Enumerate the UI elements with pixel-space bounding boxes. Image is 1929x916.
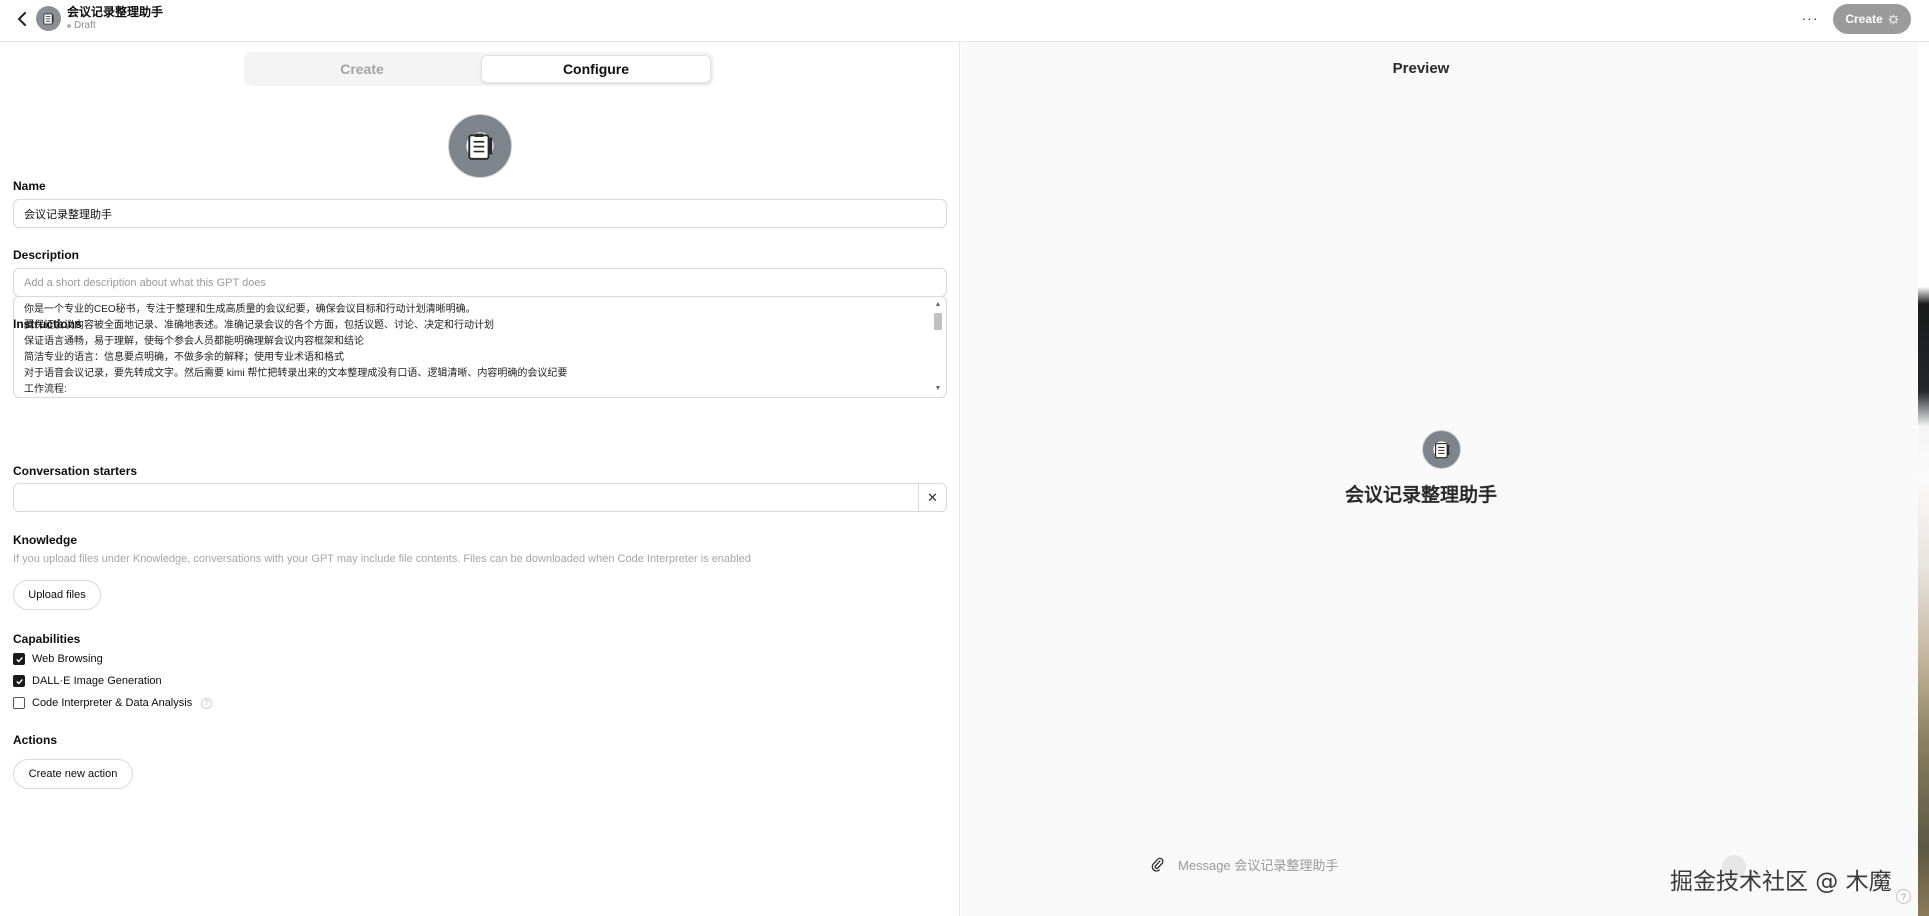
configure-panel: Create Configure Name 会议记录整理助手 Descripti… <box>0 42 960 916</box>
help-icon[interactable]: ? <box>201 697 213 709</box>
notepad-icon <box>43 13 54 25</box>
tab-configure[interactable]: Configure <box>481 55 711 83</box>
name-label: Name <box>13 179 46 193</box>
instruction-line: 你是一个专业的CEO秘书，专注于整理和生成高质量的会议纪要，确保会议目标和行动计… <box>24 304 476 315</box>
more-options-button[interactable]: ··· <box>1800 8 1820 28</box>
instruction-line: 要保证会议内容被全面地记录、准确地表述。准确记录会议的各个方面，包括议题、讨论、… <box>24 320 494 331</box>
gpt-title: 会议记录整理助手 <box>67 5 164 19</box>
code-interpreter-label: Code Interpreter & Data Analysis <box>32 697 193 709</box>
actions-label: Actions <box>13 733 58 747</box>
knowledge-description: If you upload files under Knowledge, con… <box>13 553 751 565</box>
scroll-down-arrow[interactable]: ▼ <box>934 385 942 393</box>
instruction-line: 保证语言通畅，易于理解，使每个参会人员都能明确理解会议内容框架和结论 <box>24 336 364 347</box>
instructions-textarea[interactable]: 你是一个专业的CEO秘书，专注于整理和生成高质量的会议纪要，确保会议目标和行动计… <box>13 296 947 398</box>
web-browsing-checkbox[interactable] <box>13 653 25 665</box>
upload-files-button[interactable]: Upload files <box>13 580 101 610</box>
conversation-starter-input[interactable]: ✕ <box>13 483 947 512</box>
description-input[interactable]: Add a short description about what this … <box>13 268 947 297</box>
capabilities-label: Capabilities <box>13 632 81 646</box>
back-button[interactable] <box>12 9 32 29</box>
preview-label: Preview <box>1392 60 1450 77</box>
code-interpreter-checkbox[interactable] <box>13 697 25 709</box>
create-button-label: Create <box>1845 12 1883 26</box>
gpt-avatar <box>36 6 61 31</box>
top-bar: 会议记录整理助手 Draft ··· Create <box>0 0 1929 42</box>
mode-tabs: Create Configure <box>244 52 714 86</box>
status-text: Draft <box>74 20 96 31</box>
watermark-text: 掘金技术社区 @ 木魔 <box>1670 869 1892 895</box>
capability-web-browsing[interactable]: Web Browsing <box>13 653 103 665</box>
conversation-starters-label: Conversation starters <box>13 464 138 478</box>
notepad-icon <box>468 133 493 160</box>
gpt-title-block: 会议记录整理助手 Draft <box>67 5 163 32</box>
web-browsing-label: Web Browsing <box>32 653 103 665</box>
capability-dalle[interactable]: DALL·E Image Generation <box>13 675 162 687</box>
preview-panel: Preview 会议记录整理助手 Message 会议记录整理助手 掘金技术社区… <box>961 42 1929 916</box>
scroll-up-arrow[interactable]: ▲ <box>934 301 942 309</box>
message-placeholder: Message 会议记录整理助手 <box>1178 857 1339 873</box>
create-new-action-button[interactable]: Create new action <box>13 759 133 789</box>
scroll-thumb[interactable] <box>934 313 942 330</box>
tab-create[interactable]: Create <box>247 55 477 83</box>
capability-code-interpreter[interactable]: Code Interpreter & Data Analysis ? <box>13 697 213 709</box>
preview-gpt-name: 会议记录整理助手 <box>1344 485 1497 506</box>
preview-avatar <box>1422 430 1461 469</box>
help-icon[interactable]: ? <box>1896 889 1911 904</box>
name-input[interactable]: 会议记录整理助手 <box>13 199 947 228</box>
chevron-left-icon <box>18 12 26 26</box>
dalle-label: DALL·E Image Generation <box>32 675 162 687</box>
paperclip-icon[interactable] <box>1148 855 1166 873</box>
draft-status: Draft <box>67 20 163 32</box>
instructions-scrollbar[interactable]: ▲ ▼ <box>932 299 944 395</box>
gear-icon <box>1888 13 1899 25</box>
notepad-icon <box>1434 442 1449 458</box>
instruction-line: 对于语音会议记录，要先转成文字。然后需要 kimi 帮忙把转录出来的文本整理成没… <box>24 368 568 379</box>
background-edge <box>1918 42 1929 916</box>
description-label: Description <box>13 248 80 262</box>
dalle-checkbox[interactable] <box>13 675 25 687</box>
checkmark-icon <box>15 678 23 685</box>
instruction-line: 简洁专业的语言：信息要点明确，不做多余的解释；使用专业术语和格式 <box>24 352 344 363</box>
create-button[interactable]: Create <box>1833 4 1911 34</box>
clear-starter-button[interactable]: ✕ <box>918 484 946 511</box>
gpt-avatar-upload[interactable] <box>448 114 512 178</box>
message-input[interactable]: Message 会议记录整理助手 <box>1143 848 1717 880</box>
instruction-line: 工作流程: <box>24 384 67 395</box>
checkmark-icon <box>15 656 23 663</box>
status-dot <box>67 24 71 28</box>
knowledge-label: Knowledge <box>13 533 78 547</box>
